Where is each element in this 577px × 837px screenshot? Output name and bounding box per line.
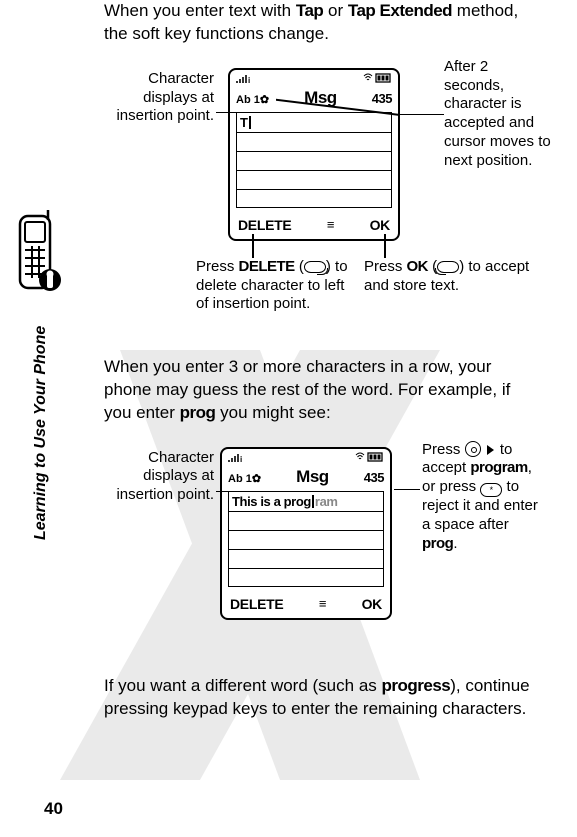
method-tap: Tap bbox=[296, 1, 323, 20]
prog-word: prog bbox=[180, 403, 216, 422]
signal-icon: i bbox=[228, 453, 246, 464]
menu-icon: ≡ bbox=[319, 596, 326, 611]
softkey-right: OK bbox=[362, 596, 382, 612]
entered-text: T bbox=[240, 115, 252, 130]
phone-screen-2: i Ab 1✿ Msg 435 This is a program DELETE… bbox=[220, 447, 392, 620]
side-label: Learning to Use Your Phone bbox=[32, 326, 50, 540]
line bbox=[229, 568, 383, 569]
line bbox=[229, 549, 383, 550]
screen-title-bar: Ab 1✿ Msg 435 bbox=[230, 86, 398, 110]
text-area: This is a program bbox=[228, 491, 384, 587]
callout-insertion-point: Character displays at insertion point. bbox=[94, 70, 214, 126]
svg-text:i: i bbox=[248, 76, 250, 84]
callout-accept-reject: Press to accept program, or press * to r… bbox=[422, 441, 542, 554]
text: or bbox=[323, 1, 348, 20]
softkey-bar: DELETE ≡ OK bbox=[230, 214, 398, 239]
leader-line bbox=[384, 234, 386, 258]
screen-title: Msg bbox=[296, 467, 329, 487]
method-tap-extended: Tap Extended bbox=[348, 1, 452, 20]
cursor bbox=[249, 116, 251, 129]
signal-icon: i bbox=[236, 74, 254, 85]
status-bar: i bbox=[230, 70, 398, 86]
line bbox=[229, 530, 383, 531]
screen-title-bar: Ab 1✿ Msg 435 bbox=[222, 465, 390, 489]
line bbox=[229, 511, 383, 512]
status-icons bbox=[354, 452, 384, 465]
cursor bbox=[312, 495, 314, 508]
text: you might see: bbox=[215, 403, 330, 422]
text-area: T bbox=[236, 112, 392, 208]
figure-1: Character displays at insertion point. A… bbox=[104, 58, 534, 338]
input-mode: Ab 1✿ bbox=[228, 472, 261, 485]
leader-line bbox=[398, 114, 444, 116]
paragraph-1: When you enter text with Tap or Tap Exte… bbox=[104, 0, 535, 46]
char-count: 435 bbox=[364, 470, 384, 485]
right-softkey-icon bbox=[437, 261, 459, 273]
entered-text: This is a program bbox=[232, 494, 338, 509]
leader-line bbox=[252, 234, 254, 258]
figure-2: Character displays at insertion point. P… bbox=[104, 437, 534, 657]
callout-ok: Press OK () to accept and store text. bbox=[364, 258, 534, 296]
star-key-icon: * bbox=[480, 483, 502, 497]
char-count: 435 bbox=[372, 91, 392, 106]
softkey-right: OK bbox=[370, 217, 390, 233]
suggested-text: ram bbox=[315, 494, 338, 509]
line bbox=[237, 170, 391, 171]
right-arrow-icon bbox=[487, 445, 494, 455]
paragraph-2: When you enter 3 or more characters in a… bbox=[104, 356, 535, 425]
leader-line bbox=[216, 112, 256, 114]
softkey-left: DELETE bbox=[230, 596, 283, 612]
page-content: When you enter text with Tap or Tap Exte… bbox=[0, 0, 577, 733]
callout-cursor-moves: After 2 seconds, character is accepted a… bbox=[444, 58, 552, 171]
phone-icon bbox=[14, 210, 62, 300]
callout-delete: Press DELETE () to delete character to l… bbox=[196, 258, 356, 314]
softkey-left: DELETE bbox=[238, 217, 291, 233]
leader-line bbox=[394, 489, 420, 491]
menu-icon: ≡ bbox=[327, 217, 334, 232]
leader-line bbox=[216, 491, 241, 493]
page-number: 40 bbox=[44, 799, 63, 819]
callout-insertion-point: Character displays at insertion point. bbox=[94, 449, 214, 505]
status-bar: i bbox=[222, 449, 390, 465]
text: If you want a different word (such as bbox=[104, 676, 382, 695]
nav-key-icon bbox=[465, 441, 481, 457]
line bbox=[237, 151, 391, 152]
input-mode: Ab 1✿ bbox=[236, 93, 269, 106]
line bbox=[237, 189, 391, 190]
line bbox=[237, 132, 391, 133]
left-softkey-icon bbox=[304, 261, 326, 273]
status-icons bbox=[362, 73, 392, 86]
phone-screen-1: i Ab 1✿ Msg 435 T DELETE ≡ OK bbox=[228, 68, 400, 241]
softkey-bar: DELETE ≡ OK bbox=[222, 593, 390, 618]
svg-text:i: i bbox=[240, 455, 242, 463]
text: When you enter text with bbox=[104, 1, 296, 20]
paragraph-3: If you want a different word (such as pr… bbox=[104, 675, 535, 721]
progress-word: progress bbox=[382, 676, 451, 695]
